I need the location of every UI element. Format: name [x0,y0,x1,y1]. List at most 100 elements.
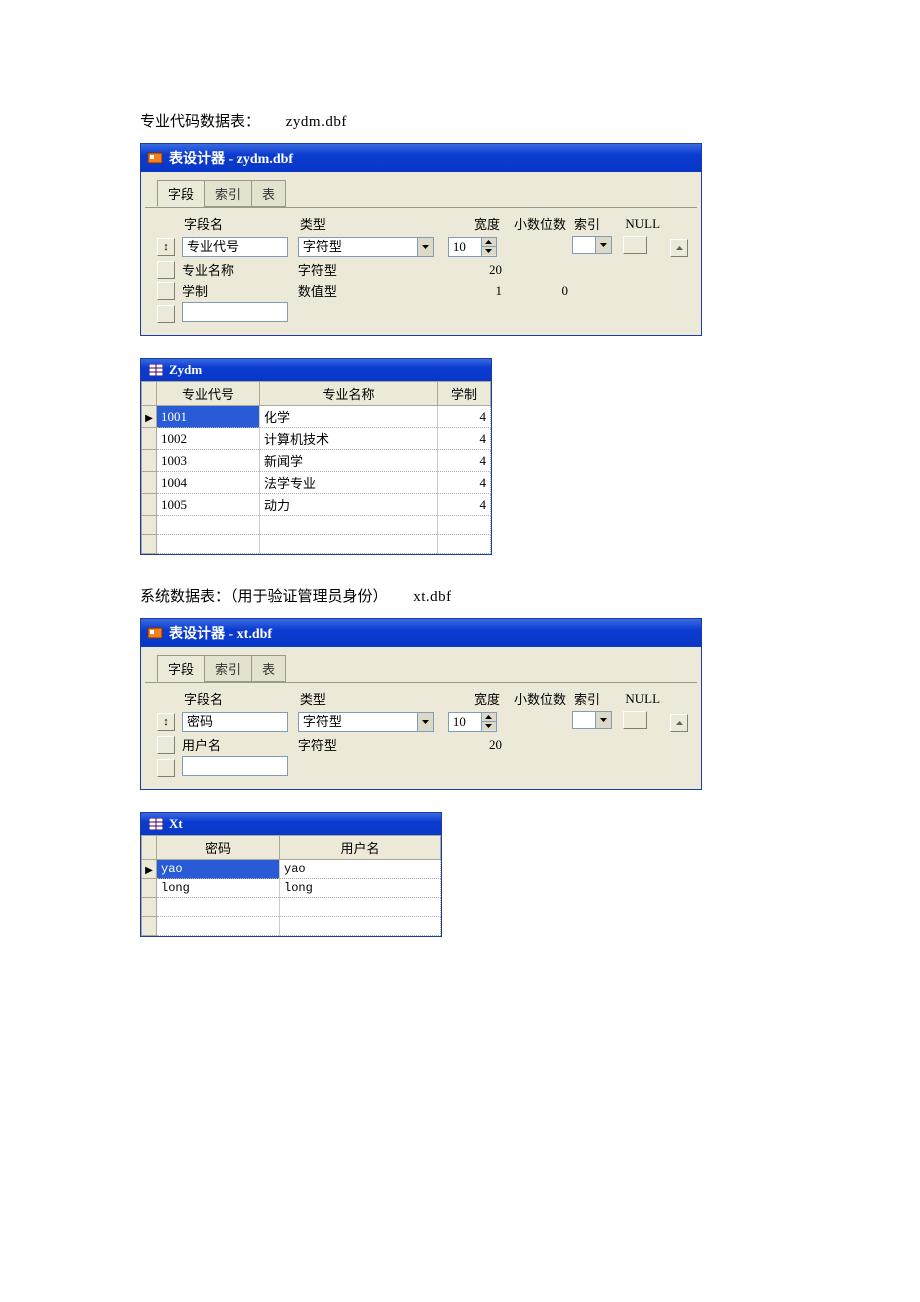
row-handle-icon[interactable] [157,305,175,323]
field-name-input[interactable]: 专业代号 [182,237,288,257]
fox-icon [147,150,163,166]
table-designer-xt: 表设计器 - xt.dbf 字段 索引 表 字段名 类型 宽度 小数位数 索引 … [140,618,702,790]
table-row-empty[interactable] [142,516,491,535]
row-handle-icon[interactable] [157,759,175,777]
row-handle-icon[interactable]: ↕ [157,238,175,256]
chevron-down-icon[interactable] [595,236,612,254]
browse2-grid[interactable]: 密码 用户名 ▶ yao yao long long [141,835,441,936]
field-type-combo[interactable]: 字符型 [298,712,434,732]
hdr-type: 类型 [296,212,442,235]
field-index-combo[interactable] [572,711,612,729]
row-handle-icon[interactable] [157,261,175,279]
hdr-decimal: 小数位数 [504,687,570,710]
field-name-input[interactable] [182,302,288,322]
hdr-width: 宽度 [442,212,504,235]
field-row: 专业名称 字符型 20 [155,259,693,280]
field-index-combo[interactable] [572,236,612,254]
section1-caption-text: 专业代码数据表： [140,114,260,130]
col-header[interactable]: 专业名称 [260,382,438,406]
browse2-title: Xt [169,816,183,832]
hdr-null: NULL [621,687,668,710]
designer2-grid: 字段名 类型 宽度 小数位数 索引 NULL ↕ 密码 字符型 [155,687,693,781]
col-header[interactable]: 学制 [438,382,491,406]
hdr-width: 宽度 [442,687,504,710]
table-row[interactable]: ▶ 1001 化学 4 [142,406,491,428]
tab-index[interactable]: 索引 [204,655,252,682]
table-row-empty[interactable] [142,917,441,936]
designer1-grid: 字段名 类型 宽度 小数位数 索引 NULL ↕ 专业代号 字符型 [155,212,693,327]
field-name-input[interactable]: 密码 [182,712,288,732]
null-toggle[interactable] [623,236,647,254]
table-row[interactable]: long long [142,879,441,898]
null-toggle[interactable] [623,711,647,729]
browse2-titlebar[interactable]: Xt [141,813,441,835]
chevronug-down-icon[interactable] [595,711,612,729]
field-row: ↕ 密码 字符型 10 [155,710,693,734]
browse1-title: Zydm [169,362,202,378]
field-name-input[interactable] [182,756,288,776]
record-pointer-icon: ▶ [145,413,153,424]
browse1-titlebar[interactable]: Zydm [141,359,491,381]
spin-down-icon[interactable] [482,246,496,255]
hdr-null: NULL [621,212,668,235]
corner-cell [142,382,157,406]
table-row[interactable]: 1005 动力 4 [142,494,491,516]
col-header[interactable]: 专业代号 [157,382,260,406]
record-pointer-icon: ▶ [145,865,153,876]
corner-cell [142,836,157,860]
field-row-empty [155,755,693,781]
hdr-decimal: 小数位数 [504,212,570,235]
tab-table[interactable]: 表 [251,180,286,207]
tab-fields[interactable]: 字段 [157,655,205,682]
section1-caption: 专业代码数据表： zydm.dbf [140,110,860,131]
spin-down-icon[interactable] [482,721,496,730]
browse1-grid[interactable]: 专业代号 专业名称 学制 ▶ 1001 化学 4 1002 计算机技术 4 [141,381,491,554]
designer2-titlebar[interactable]: 表设计器 - xt.dbf [141,619,701,647]
field-row: 学制 数值型 1 0 [155,280,693,301]
row-handle-icon[interactable] [157,736,175,754]
section1-filename: zydm.dbf [286,114,347,130]
designer2-tabs: 字段 索引 表 [141,647,701,682]
tab-fields[interactable]: 字段 [157,180,205,207]
table-row-empty[interactable] [142,898,441,917]
field-width-spinner[interactable]: 10 [448,712,497,732]
field-row: 用户名 字符型 20 [155,734,693,755]
field-row-empty [155,301,693,327]
table-row[interactable]: ▶ yao yao [142,860,441,879]
scroll-up-icon[interactable] [670,714,688,732]
table-row[interactable]: 1004 法学专业 4 [142,472,491,494]
chevron-down-icon[interactable] [418,237,434,257]
chevron-down-icon[interactable] [418,712,434,732]
tab-index[interactable]: 索引 [204,180,252,207]
section2-caption: 系统数据表：（用于验证管理员身份） xt.dbf [140,585,860,606]
tab-table[interactable]: 表 [251,655,286,682]
spin-up-icon[interactable] [482,238,496,246]
fox-icon [147,625,163,641]
row-handle-icon[interactable] [157,282,175,300]
spin-up-icon[interactable] [482,713,496,721]
field-row: ↕ 专业代号 字符型 10 [155,235,693,259]
col-header[interactable]: 密码 [157,836,280,860]
scroll-up-icon[interactable] [670,239,688,257]
designer1-titlebar[interactable]: 表设计器 - zydm.dbf [141,144,701,172]
field-type-combo[interactable]: 字符型 [298,237,434,257]
hdr-index: 索引 [570,212,621,235]
hdr-name: 字段名 [180,212,296,235]
table-row[interactable]: 1002 计算机技术 4 [142,428,491,450]
designer1-title: 表设计器 - zydm.dbf [169,148,293,168]
designer1-tabs: 字段 索引 表 [141,172,701,207]
row-handle-icon[interactable]: ↕ [157,713,175,731]
browse-zydm: Zydm 专业代号 专业名称 学制 ▶ 1001 化学 4 1002 [140,358,492,555]
table-row[interactable]: 1003 新闻学 4 [142,450,491,472]
table-row-empty[interactable] [142,535,491,554]
hdr-index: 索引 [570,687,621,710]
grid-icon [149,364,163,376]
table-designer-zydm: 表设计器 - zydm.dbf 字段 索引 表 字段名 类型 宽度 小数位数 索… [140,143,702,336]
browse-xt: Xt 密码 用户名 ▶ yao yao long long [140,812,442,937]
section2-filename: xt.dbf [413,589,451,605]
hdr-name: 字段名 [180,687,296,710]
col-header[interactable]: 用户名 [280,836,441,860]
field-width-spinner[interactable]: 10 [448,237,497,257]
grid-icon [149,818,163,830]
section2-caption-text: 系统数据表：（用于验证管理员身份） [140,589,388,605]
